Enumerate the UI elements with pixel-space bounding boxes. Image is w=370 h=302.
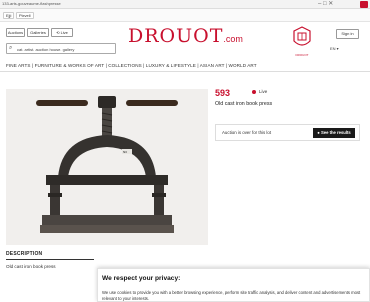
galleries-tab[interactable]: Galleries: [27, 28, 49, 37]
bookmark-item[interactable]: Pixvell: [16, 12, 34, 19]
lot-number: 593: [215, 88, 231, 98]
bookmarks-bar: Ejji Pixvell: [0, 9, 370, 22]
browser-url[interactable]: 133-arts-gouveaume-flashpresse: [2, 1, 61, 6]
category-nav: FINE ARTS | FURNITURE & WORKS OF ART | C…: [0, 60, 370, 72]
image-tag: N0: [123, 150, 127, 154]
auctions-tab[interactable]: Auctions: [6, 28, 25, 37]
language-selector[interactable]: EN ▾: [330, 46, 339, 51]
drouot-crest-icon: [293, 26, 311, 46]
description-text: Old cast iron book press: [6, 264, 56, 269]
lot-title: Old cast iron book press: [215, 101, 273, 107]
logo-main: DROUOT: [128, 25, 224, 47]
cookie-title: We respect your privacy:: [102, 275, 181, 282]
site-header: Auctions Galleries ⟲ Live ⌕ cat. artist.…: [0, 22, 370, 60]
live-tab-label: Live: [60, 30, 68, 35]
crest-label: DROUOT: [295, 53, 309, 57]
description-tab-underline: [6, 259, 94, 260]
auction-status-box: Auction is over for this lot ● See the r…: [215, 124, 360, 141]
auction-status-text: Auction is over for this lot: [222, 130, 272, 135]
search-value: cat. artist. auction house. gallery: [17, 47, 75, 52]
drouot-logo[interactable]: DROUOT.com: [128, 26, 243, 49]
cookie-banner: We respect your privacy: We use cookies …: [97, 268, 370, 302]
sign-in-button[interactable]: Sign in: [336, 29, 359, 39]
book-press-image: N0: [6, 89, 208, 245]
lot-image[interactable]: N0: [6, 89, 208, 245]
bookmark-item[interactable]: Ejji: [3, 12, 15, 19]
window-controls[interactable]: – □ ✕: [318, 0, 333, 7]
category-nav-items[interactable]: FINE ARTS | FURNITURE & WORKS OF ART | C…: [6, 63, 257, 68]
see-results-label: See the results: [320, 130, 351, 135]
extension-icon[interactable]: [360, 1, 368, 8]
live-status-label: Live: [259, 89, 268, 94]
search-input[interactable]: ⌕ cat. artist. auction house. gallery: [6, 43, 116, 54]
live-tab[interactable]: ⟲ Live: [51, 28, 73, 37]
logo-suffix: .com: [223, 34, 243, 44]
live-status-icon: [252, 90, 256, 94]
cookie-body: We use cookies to provide you with a bet…: [102, 290, 361, 301]
description-heading[interactable]: DESCRIPTION: [6, 251, 42, 257]
browser-title-bar: 133-arts-gouveaume-flashpresse – □ ✕: [0, 0, 370, 9]
see-results-button[interactable]: ● See the results: [313, 128, 355, 138]
search-icon: ⌕: [9, 45, 13, 51]
